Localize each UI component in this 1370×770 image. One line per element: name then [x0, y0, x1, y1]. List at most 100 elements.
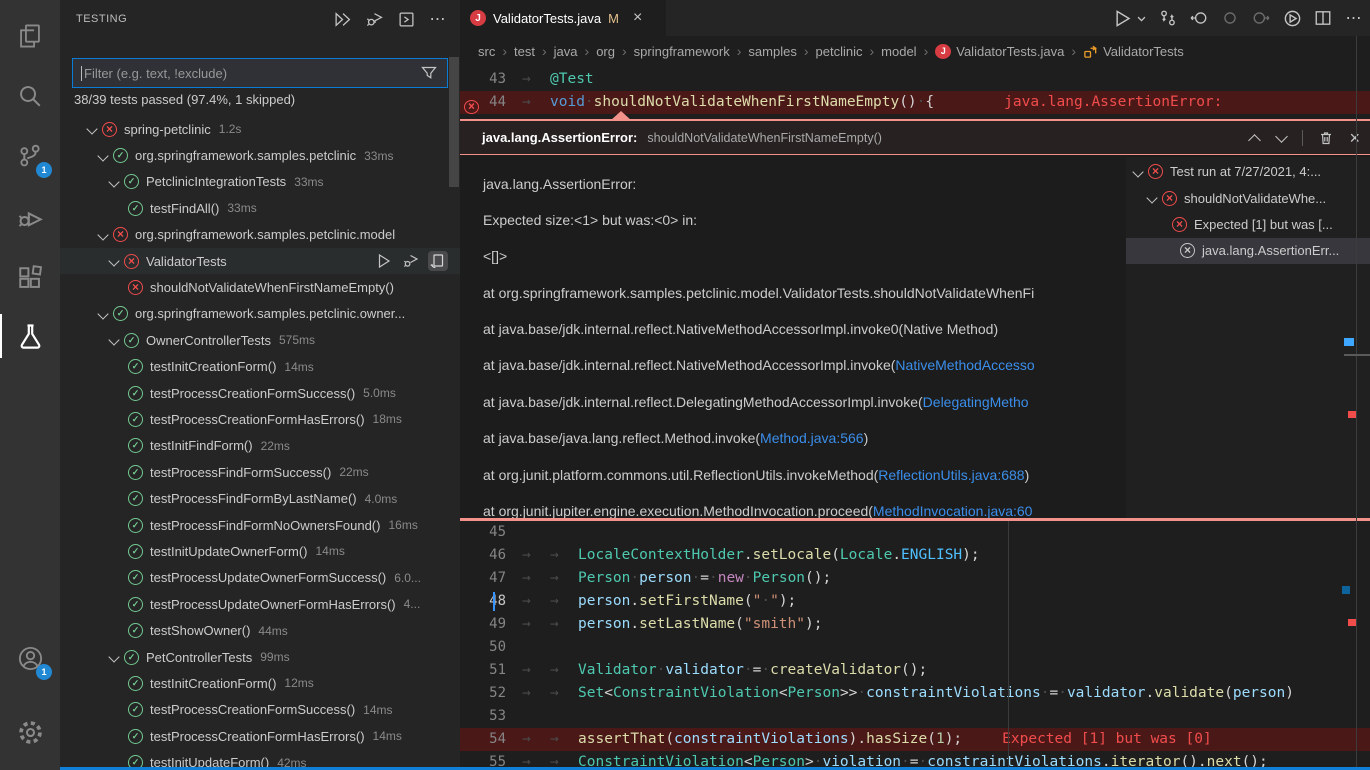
filter-icon[interactable] [419, 63, 439, 83]
breadcrumb-item[interactable]: java [554, 43, 597, 59]
test-tree-item[interactable]: testFindAll() 33ms [60, 195, 460, 221]
sidebar-scrollbar[interactable] [449, 57, 459, 187]
code-line[interactable]: 44 →void·shouldNotValidateWhenFirstNameE… [460, 91, 1370, 114]
test-tree-item[interactable]: testProcessUpdateOwnerFormSuccess() 6.0.… [60, 565, 460, 591]
settings-gear-icon[interactable] [0, 706, 60, 758]
stack-trace-line[interactable]: Expected size:<1> but was:<0> in: [483, 205, 1126, 241]
test-tree-item[interactable]: testProcessCreationFormHasErrors() 18ms [60, 406, 460, 432]
test-tree-item[interactable]: testProcessFindFormSuccess() 22ms [60, 459, 460, 485]
code-line[interactable]: 45 [460, 521, 1370, 544]
test-tree-item[interactable]: PetControllerTests 99ms [60, 644, 460, 670]
search-icon[interactable] [0, 70, 60, 122]
chevron-down-icon[interactable] [106, 648, 124, 666]
code-line[interactable]: 52 →→Set<ConstraintViolation<Person>>·co… [460, 682, 1370, 705]
run-and-debug-icon[interactable] [0, 192, 60, 244]
debug-test-icon[interactable] [401, 251, 421, 271]
run-test-icon[interactable] [374, 251, 394, 271]
test-result-item[interactable]: Test run at 7/27/2021, 4:... [1126, 159, 1370, 185]
stack-trace-line[interactable]: at org.springframework.samples.petclinic… [483, 278, 1126, 314]
compare-changes-icon[interactable] [1158, 8, 1178, 28]
stack-trace-line[interactable]: at org.junit.platform.commons.util.Refle… [483, 460, 1126, 496]
stack-trace-line[interactable]: at java.base/java.lang.reflect.Method.in… [483, 423, 1126, 459]
code-line[interactable]: 43 →@Test [460, 68, 1370, 91]
breadcrumb-item[interactable]: test [514, 43, 554, 59]
filter-input[interactable]: Filter (e.g. text, !exclude) [72, 58, 448, 88]
test-tree-item[interactable]: org.springframework.samples.petclinic 33… [60, 142, 460, 168]
test-result-item[interactable]: Expected [1] but was [... [1126, 211, 1370, 237]
chevron-down-icon[interactable] [106, 331, 124, 349]
test-tree-item[interactable]: ValidatorTests [60, 248, 460, 274]
run-all-tests-icon[interactable] [332, 9, 352, 29]
more-actions-icon[interactable]: ⋯ [428, 9, 448, 29]
open-testing-editor-icon[interactable] [396, 9, 416, 29]
breadcrumb-item[interactable]: org [596, 43, 633, 59]
breadcrumb-item[interactable]: model [881, 43, 935, 59]
code-line[interactable]: 50 [460, 636, 1370, 659]
breadcrumb-item[interactable]: samples [748, 43, 815, 59]
test-result-item[interactable]: shouldNotValidateWhe... [1126, 185, 1370, 211]
chevron-down-icon[interactable] [1130, 163, 1148, 181]
breadcrumb-item[interactable]: src [478, 43, 514, 59]
stack-trace-line[interactable]: <[]> [483, 241, 1126, 277]
breadcrumb-symbol[interactable]: ValidatorTests [1083, 44, 1184, 59]
breadcrumb-file[interactable]: J ValidatorTests.java [935, 43, 1083, 59]
test-tree-item[interactable]: spring-petclinic 1.2s [60, 116, 460, 142]
current-change-icon[interactable] [1220, 8, 1240, 28]
explorer-icon[interactable] [0, 10, 60, 62]
extensions-icon[interactable] [0, 252, 60, 304]
stack-trace-line[interactable]: at java.base/jdk.internal.reflect.Native… [483, 350, 1126, 386]
stack-trace-line[interactable]: at org.junit.jupiter.engine.execution.Me… [483, 496, 1126, 518]
close-peek-icon[interactable]: × [1349, 129, 1360, 147]
code-line[interactable]: 53 [460, 705, 1370, 728]
test-tree-item[interactable]: testProcessCreationFormSuccess() 5.0ms [60, 380, 460, 406]
code-lines-bottom[interactable]: 45 46 →→LocaleContextHolder.setLocale(Lo… [460, 521, 1370, 770]
test-tree-item[interactable]: testInitUpdateOwnerForm() 14ms [60, 538, 460, 564]
code-lines-top[interactable]: 43 →@Test 44 →void·shouldNotValidateWhen… [460, 68, 1370, 119]
test-tree-item[interactable]: PetclinicIntegrationTests 33ms [60, 169, 460, 195]
previous-error-icon[interactable] [1248, 131, 1262, 145]
chevron-down-icon[interactable] [95, 305, 113, 323]
test-tree-item[interactable]: testProcessCreationFormSuccess() 14ms [60, 697, 460, 723]
breadcrumb-item[interactable]: petclinic [816, 43, 882, 59]
test-tree-item[interactable]: testProcessUpdateOwnerFormHasErrors() 4.… [60, 591, 460, 617]
run-dropdown-icon[interactable] [1135, 8, 1147, 28]
test-result-item[interactable]: java.lang.AssertionErr... [1126, 238, 1370, 264]
stack-trace-line[interactable]: at java.base/jdk.internal.reflect.Native… [483, 314, 1126, 350]
next-change-icon[interactable] [1251, 8, 1271, 28]
accounts-icon[interactable]: 1 [0, 632, 60, 684]
testing-icon[interactable] [0, 310, 60, 362]
test-tree-item[interactable]: testProcessFindFormByLastName() 4.0ms [60, 485, 460, 511]
run-coverage-icon[interactable] [1282, 8, 1302, 28]
test-tree-item[interactable]: testInitCreationForm() 14ms [60, 354, 460, 380]
code-line[interactable]: 49 →→person.setLastName("smith"); [460, 613, 1370, 636]
stack-trace-line[interactable]: java.lang.AssertionError: [483, 169, 1126, 205]
test-tree-item[interactable]: shouldNotValidateWhenFirstNameEmpty() [60, 274, 460, 300]
test-tree-item[interactable]: testInitFindForm() 22ms [60, 433, 460, 459]
clear-results-trash-icon[interactable] [1316, 128, 1336, 148]
reveal-test-icon[interactable] [428, 251, 448, 271]
more-editor-actions-icon[interactable]: ⋯ [1344, 8, 1364, 28]
close-tab-icon[interactable]: × [633, 9, 642, 27]
scrollbar-edge[interactable] [1344, 354, 1370, 356]
source-control-icon[interactable]: 1 [0, 130, 60, 182]
breadcrumb-item[interactable]: springframework [634, 43, 749, 59]
debug-all-tests-icon[interactable] [364, 9, 384, 29]
code-line[interactable]: 54 →→assertThat(constraintViolations).ha… [460, 728, 1370, 751]
chevron-down-icon[interactable] [95, 147, 113, 165]
test-tree-item[interactable]: testInitCreationForm() 12ms [60, 670, 460, 696]
chevron-down-icon[interactable] [95, 226, 113, 244]
test-tree-item[interactable]: testProcessFindFormNoOwnersFound() 16ms [60, 512, 460, 538]
test-tree-item[interactable]: OwnerControllerTests 575ms [60, 327, 460, 353]
code-line[interactable]: 47 →→Person·person·=·new·Person(); [460, 567, 1370, 590]
code-line[interactable]: 46 →→LocaleContextHolder.setLocale(Local… [460, 544, 1370, 567]
split-editor-icon[interactable] [1313, 8, 1333, 28]
test-tree-item[interactable]: org.springframework.samples.petclinic.mo… [60, 222, 460, 248]
test-tree-item[interactable]: testShowOwner() 44ms [60, 617, 460, 643]
chevron-down-icon[interactable] [106, 173, 124, 191]
code-line[interactable]: 51 →→Validator·validator·=·createValidat… [460, 659, 1370, 682]
test-tree-item[interactable]: org.springframework.samples.petclinic.ow… [60, 301, 460, 327]
chevron-down-icon[interactable] [1144, 189, 1162, 207]
tab-validatortests[interactable]: J ValidatorTests.java M × [460, 0, 666, 36]
code-line[interactable]: 48 →→person.setFirstName("·"); [460, 590, 1370, 613]
stack-trace-line[interactable]: at java.base/jdk.internal.reflect.Delega… [483, 387, 1126, 423]
